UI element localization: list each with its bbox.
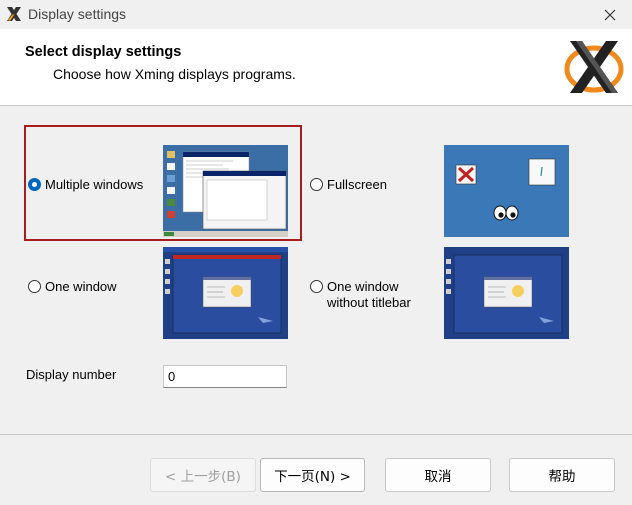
close-button[interactable] xyxy=(588,0,632,29)
radio-label-one-window-without-titlebar: One window without titlebar xyxy=(327,279,411,311)
wizard-header: Select display settings Choose how Xming… xyxy=(0,29,632,106)
radio-button-unselected[interactable] xyxy=(310,178,323,191)
header-title: Select display settings xyxy=(25,44,182,60)
radio-button-unselected[interactable] xyxy=(310,280,323,293)
close-icon xyxy=(604,9,616,20)
preview-multiple-windows xyxy=(163,145,288,237)
radio-multiple-windows[interactable]: Multiple windows xyxy=(28,177,143,193)
radio-one-window-without-titlebar[interactable]: One window without titlebar xyxy=(310,279,411,311)
radio-fullscreen[interactable]: Fullscreen xyxy=(310,177,387,193)
radio-label-fullscreen: Fullscreen xyxy=(327,177,387,192)
radio-label-one-window: One window xyxy=(45,279,117,294)
display-number-label: Display number xyxy=(26,367,117,382)
title-bar: Display settings xyxy=(0,0,632,29)
preview-one-window-without-titlebar xyxy=(444,247,569,339)
header-subtitle: Choose how Xming displays programs. xyxy=(53,66,296,82)
cancel-button[interactable]: 取消 xyxy=(385,458,491,492)
display-number-input[interactable]: 0 xyxy=(163,365,287,388)
radio-label-line-2: without titlebar xyxy=(327,295,411,310)
radio-button-unselected[interactable] xyxy=(28,280,41,293)
radio-one-window[interactable]: One window xyxy=(28,279,117,295)
help-button[interactable]: 帮助 xyxy=(509,458,615,492)
radio-label-line-1: One window xyxy=(327,279,399,294)
preview-one-window xyxy=(163,247,288,339)
back-button[interactable]: < 上一步(B) xyxy=(150,458,256,492)
radio-button-selected[interactable] xyxy=(28,178,41,191)
xming-logo xyxy=(564,41,624,93)
footer-separator xyxy=(0,434,632,435)
preview-fullscreen xyxy=(444,145,569,237)
xming-app-icon xyxy=(7,7,21,21)
radio-label-multiple-windows: Multiple windows xyxy=(45,177,144,192)
window-title: Display settings xyxy=(28,6,127,22)
next-button[interactable]: 下一页(N) > xyxy=(260,458,365,492)
